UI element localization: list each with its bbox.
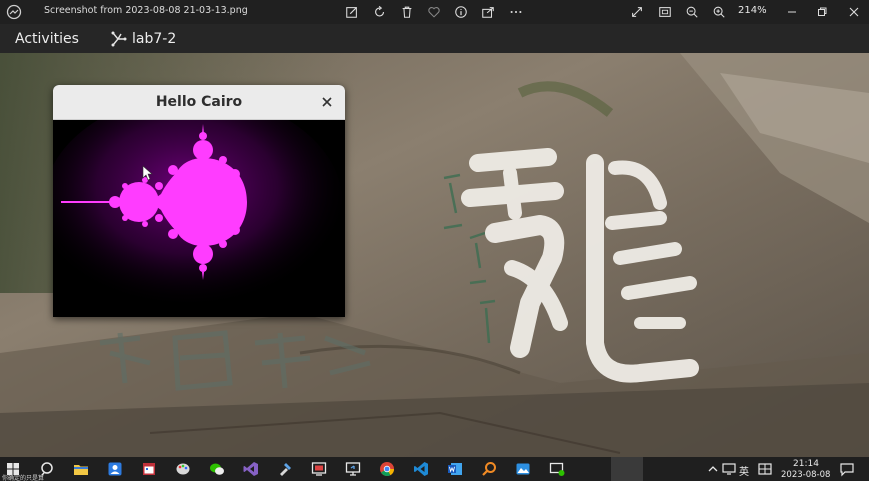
photos-viewer-title-bar: Screenshot from 2023-08-08 21-03-13.png …: [0, 0, 869, 24]
fit-icon[interactable]: [656, 3, 674, 21]
tool-icon[interactable]: [276, 460, 294, 478]
contacts-icon[interactable]: [106, 460, 124, 478]
paint-icon[interactable]: [174, 460, 192, 478]
screen-tool-icon[interactable]: [310, 460, 328, 478]
search-tool-icon[interactable]: [480, 460, 498, 478]
favorite-icon[interactable]: [425, 3, 443, 21]
close-icon[interactable]: [319, 94, 335, 110]
info-icon[interactable]: [452, 3, 470, 21]
rotate-icon[interactable]: [371, 3, 389, 21]
photos-app-icon: [6, 4, 22, 20]
input-language-indicator[interactable]: 英: [739, 463, 749, 478]
wechat-icon[interactable]: [208, 460, 226, 478]
hello-cairo-window[interactable]: Hello Cairo: [53, 85, 345, 317]
windows-taskbar: 你确定的只是算 英 21:14 2023-08-08: [0, 457, 869, 481]
active-app-highlight: [611, 457, 643, 481]
clock-date[interactable]: 2023-08-08: [781, 470, 830, 480]
more-icon[interactable]: [507, 3, 525, 21]
file-title: Screenshot from 2023-08-08 21-03-13.png: [44, 5, 248, 16]
edit-icon[interactable]: [343, 3, 361, 21]
delete-icon[interactable]: [398, 3, 416, 21]
photos-icon[interactable]: [514, 460, 532, 478]
hello-cairo-titlebar[interactable]: Hello Cairo: [53, 85, 345, 120]
keyboard-grid-icon[interactable]: [756, 460, 774, 478]
zoom-level[interactable]: 214%: [738, 5, 767, 16]
zoom-out-icon[interactable]: [683, 3, 701, 21]
clock-time[interactable]: 21:14: [793, 459, 819, 469]
vscode-icon[interactable]: [412, 460, 430, 478]
chat-icon[interactable]: [548, 460, 566, 478]
maximize-button[interactable]: [812, 2, 832, 22]
gnome-top-bar: Activities lab7-2: [0, 24, 869, 53]
search-icon[interactable]: [38, 460, 56, 478]
chrome-icon[interactable]: [378, 460, 396, 478]
screenshot-image: Activities lab7-2 Hello Cairo: [0, 24, 869, 457]
window-title: Hello Cairo: [155, 94, 243, 110]
app-menu-label[interactable]: lab7-2: [132, 31, 176, 47]
zoom-in-icon[interactable]: [710, 3, 728, 21]
file-explorer-icon[interactable]: [72, 460, 90, 478]
remote-desktop-icon[interactable]: [344, 460, 362, 478]
mandelbrot-canvas: [53, 120, 345, 317]
share-icon[interactable]: [479, 3, 497, 21]
app-network-icon: [111, 31, 127, 47]
visual-studio-icon[interactable]: [242, 460, 260, 478]
activities-button[interactable]: Activities: [15, 31, 79, 47]
notification-icon[interactable]: [838, 460, 856, 478]
calendar-icon[interactable]: [140, 460, 158, 478]
network-icon[interactable]: [720, 460, 738, 478]
close-button[interactable]: [844, 2, 864, 22]
minimize-button[interactable]: [782, 2, 802, 22]
fullscreen-icon[interactable]: [628, 3, 646, 21]
word-icon[interactable]: [446, 460, 464, 478]
